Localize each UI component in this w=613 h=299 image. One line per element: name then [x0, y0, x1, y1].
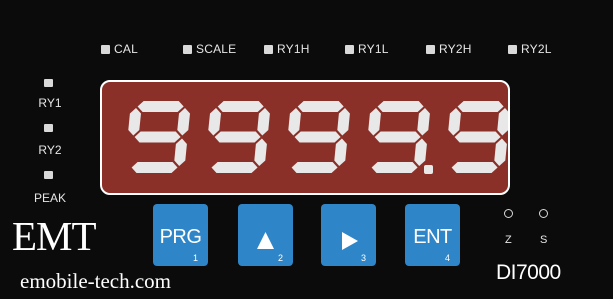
digit-4-segment-g — [454, 131, 501, 143]
scale-led-icon — [183, 44, 192, 54]
button-number: 4 — [444, 253, 450, 263]
digit-2-segment-a — [297, 101, 344, 112]
indicator-scale: SCALE — [183, 42, 237, 56]
digit-1-segment-f — [208, 108, 221, 136]
digit-3-segment-b — [417, 108, 430, 136]
ent-button[interactable]: ENT 4 — [405, 204, 460, 266]
website-text: emobile-tech.com — [20, 269, 172, 293]
digit-4-segment-b — [497, 108, 508, 136]
peak-led-icon — [44, 171, 53, 179]
button-number: 3 — [360, 253, 366, 263]
status-label-peak: PEAK — [33, 191, 66, 205]
ry2-led-icon — [44, 124, 53, 132]
digit-1-segment-g — [214, 131, 261, 143]
status-label-ry1: RY1 — [38, 96, 62, 110]
digit-4-segment-d — [451, 162, 498, 173]
digit-1-segment-c — [254, 138, 267, 166]
decimal-point — [424, 165, 433, 174]
indicator-label: SCALE — [196, 42, 237, 56]
digit-3-segment-c — [414, 138, 427, 166]
ry1l-led-icon — [345, 44, 354, 54]
digit-2-segment-c — [334, 138, 347, 166]
ry1h-led-icon — [264, 44, 273, 54]
digit-3-segment-d — [371, 162, 418, 173]
indicator-label: CAL — [114, 42, 138, 56]
digit-3-segment-f — [368, 108, 381, 136]
button-number: 2 — [277, 253, 283, 263]
brand-logo: EMT — [12, 213, 97, 259]
zero-terminal-circle-icon — [504, 209, 513, 218]
indicator-ry1l: RY1L — [345, 42, 389, 56]
indicator-label: RY2H — [439, 42, 472, 56]
digit-3-segment-g — [374, 131, 421, 143]
ry1-led-icon — [44, 79, 53, 87]
digit-0-segment-d — [131, 162, 178, 173]
digit-2-segment-b — [337, 108, 350, 136]
cal-led-icon — [101, 44, 110, 54]
indicator-label: RY1H — [277, 42, 310, 56]
digit-3-segment-a — [377, 101, 424, 112]
digit-2-segment-f — [288, 108, 301, 136]
digit-4-segment-f — [448, 108, 461, 136]
digit-4-segment-a — [457, 101, 504, 112]
status-label-ry2: RY2 — [38, 143, 62, 157]
display-digits — [128, 101, 508, 174]
button-number: 1 — [192, 253, 198, 263]
indicator-label: RY2L — [521, 42, 552, 56]
span-terminal-circle-icon — [539, 209, 548, 218]
meter-front-panel: CAL SCALE RY1H RY1L RY2H RY2L RY1 RY2 PE… — [0, 0, 613, 299]
model-number: DI7000 — [496, 261, 561, 284]
digit-2-segment-d — [291, 162, 338, 173]
ry2l-led-icon — [508, 44, 517, 54]
digit-0-segment-f — [128, 108, 141, 136]
prg-button[interactable]: PRG 1 — [153, 204, 208, 266]
digit-4-segment-c — [494, 138, 507, 166]
digit-0-segment-b — [177, 108, 190, 136]
prg-button-label: PRG — [159, 226, 202, 248]
indicator-ry2l: RY2L — [508, 42, 552, 56]
digit-1-segment-d — [211, 162, 258, 173]
right-button[interactable]: 3 — [321, 204, 376, 266]
up-button[interactable]: 2 — [238, 204, 293, 266]
right-arrow-icon — [342, 232, 358, 250]
digit-0-segment-c — [174, 138, 187, 166]
indicator-cal: CAL — [101, 42, 138, 56]
ry2h-led-icon — [426, 44, 435, 54]
indicator-ry1h: RY1H — [264, 42, 310, 56]
terminal-label-s: S — [540, 234, 548, 246]
indicator-label: RY1L — [358, 42, 389, 56]
seven-segment-display — [100, 80, 510, 195]
digit-0-segment-a — [137, 101, 184, 112]
terminal-label-z: Z — [505, 234, 512, 246]
digit-2-segment-g — [294, 131, 341, 143]
digit-1-segment-a — [217, 101, 264, 112]
digit-0-segment-g — [134, 131, 181, 143]
up-arrow-icon — [257, 232, 274, 249]
indicator-ry2h: RY2H — [426, 42, 472, 56]
ent-button-label: ENT — [413, 226, 452, 248]
digit-1-segment-b — [257, 108, 270, 136]
